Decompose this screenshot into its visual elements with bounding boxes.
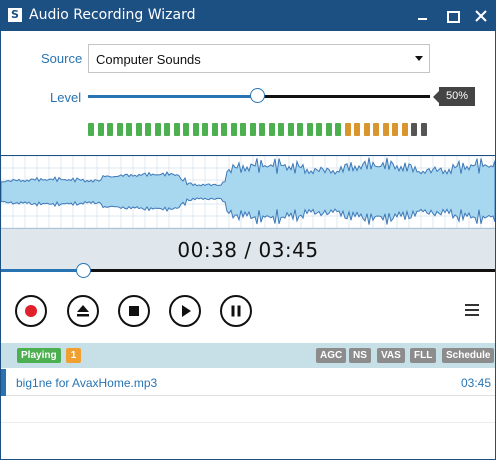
vu-segment [420,123,427,136]
pause-icon [231,305,241,317]
close-icon[interactable] [466,0,496,31]
vu-segment [107,123,113,136]
vu-segment [335,123,341,136]
vu-segment [192,123,199,136]
vu-segment [135,123,142,136]
source-selected-value: Computer Sounds [96,52,201,67]
vu-segment [116,123,123,136]
record-icon [25,305,37,317]
stop-icon [129,306,139,316]
vu-segment [88,123,94,136]
tag-ns[interactable]: NS [349,348,371,363]
status-badge: Playing [17,348,61,363]
level-value-badge: 50% [433,87,475,106]
seek-bar-thumb[interactable] [76,263,92,278]
vu-segment [344,123,351,136]
minimize-icon[interactable] [408,0,438,31]
count-badge: 1 [66,348,81,363]
vu-segment [325,123,332,136]
tag-schedule[interactable]: Schedule [442,348,495,363]
time-display-bar: 00:38 / 03:45 [1,229,495,269]
vu-segment [354,123,360,136]
vu-segment [278,123,284,136]
chevron-down-icon [415,56,423,61]
vu-segment [316,123,322,136]
play-button[interactable] [169,295,201,327]
record-button[interactable] [15,295,47,327]
vu-segment [126,123,132,136]
source-label: Source [41,51,83,66]
waveform-display[interactable] [0,155,496,229]
vu-segment [306,123,313,136]
waveform-graphic [0,155,496,229]
tag-fll[interactable]: FLL [410,348,437,363]
pause-button[interactable] [220,295,252,327]
vu-segment [164,123,170,136]
vu-segment [240,123,246,136]
eject-button[interactable] [67,295,99,327]
vu-segment [287,123,294,136]
time-display: 00:38 / 03:45 [177,238,319,262]
app-logo-icon: S [8,8,22,22]
eject-icon [77,305,89,317]
vu-segment [211,123,218,136]
vu-segment [401,123,408,136]
playlist-item-name: big1ne for AvaxHome.mp3 [16,376,158,390]
playlist-item-duration: 03:45 [460,376,491,390]
title-bar: S Audio Recording Wizard [0,0,496,31]
level-slider-fill [88,95,259,98]
menu-icon[interactable] [465,303,479,317]
playlist-empty-row [1,397,495,423]
vu-segment [392,123,398,136]
vu-segment [373,123,379,136]
vu-segment [268,123,275,136]
source-dropdown[interactable]: Computer Sounds [88,44,430,73]
vu-segment [173,123,180,136]
play-icon [182,305,191,317]
window-title: Audio Recording Wizard [29,7,196,23]
playlist-header: Playing 1 AGC NS VAS FLL Schedule [1,343,495,368]
vu-segment [249,123,256,136]
seek-bar[interactable] [1,269,495,272]
vu-segment [259,123,265,136]
vu-segment [297,123,303,136]
level-label: Level [50,90,82,105]
vu-segment [411,123,417,136]
seek-bar-fill [1,269,85,272]
vu-segment [382,123,389,136]
level-slider-thumb[interactable] [250,88,265,103]
active-item-marker [1,369,6,396]
stop-button[interactable] [118,295,150,327]
maximize-icon[interactable] [437,0,467,31]
vu-segment [221,123,227,136]
playlist-item[interactable]: big1ne for AvaxHome.mp3 03:45 [1,369,495,396]
vu-segment [202,123,208,136]
vu-segment [363,123,370,136]
vu-segment [183,123,189,136]
tag-vas[interactable]: VAS [377,348,405,363]
vu-segment [97,123,104,136]
tag-agc[interactable]: AGC [316,348,347,363]
vu-segment [154,123,161,136]
vu-segment [145,123,151,136]
vu-segment [230,123,237,136]
